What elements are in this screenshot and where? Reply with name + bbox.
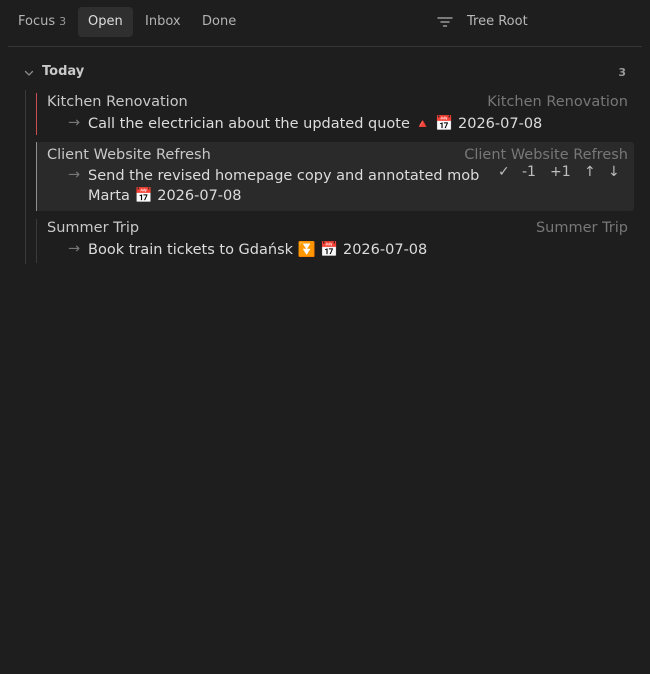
subtask-arrow-icon: →	[68, 167, 81, 183]
tab-focus[interactable]: Focus 3	[8, 7, 76, 37]
project-label-right: Summer Trip	[535, 220, 628, 236]
tab-label: Open	[88, 14, 123, 29]
task-text: Book train tickets to Gdańsk	[88, 242, 294, 258]
task-item-continued: Marta 📅 2026-07-08	[88, 186, 242, 206]
tab-done[interactable]: Done	[192, 7, 246, 37]
task-text: Send the revised homepage copy and annot…	[88, 168, 480, 184]
project-label: Client Website Refresh	[47, 147, 211, 163]
tab-label: Focus	[18, 14, 56, 29]
tree-guide-line	[25, 90, 26, 264]
due-date: 2026-07-08	[342, 242, 428, 258]
task-group-kitchen-renovation[interactable]: Kitchen Renovation Kitchen Renovation → …	[36, 93, 634, 135]
increment-button[interactable]: +1	[550, 164, 571, 180]
subtask-arrow-icon: →	[68, 241, 81, 257]
complete-button[interactable]: ✓	[498, 164, 510, 180]
tab-count-badge: 3	[59, 15, 67, 28]
tab-open[interactable]: Open	[78, 7, 133, 37]
section-title: Today	[42, 64, 85, 79]
tree-root-button[interactable]: Tree Root	[467, 7, 528, 37]
move-up-button[interactable]: ↑	[584, 164, 596, 180]
section-today-header[interactable]: Today 3	[20, 62, 630, 84]
project-label-right: Kitchen Renovation	[487, 94, 628, 110]
task-group-client-website-refresh[interactable]: Client Website Refresh Client Website Re…	[36, 142, 634, 211]
calendar-icon: 📅	[134, 188, 153, 204]
due-date: 2026-07-08	[458, 116, 543, 132]
tab-label: Done	[202, 14, 237, 29]
move-down-button[interactable]: ↓	[608, 164, 620, 180]
project-label: Summer Trip	[47, 220, 140, 236]
high-priority-icon: 🔺	[414, 117, 431, 132]
due-date: 2026-07-08	[157, 188, 242, 204]
task-item[interactable]: Book train tickets to Gdańsk ⏬ 📅 2026-07…	[88, 240, 427, 260]
task-item[interactable]: Call the electrician about the updated q…	[88, 114, 542, 135]
lowest-priority-icon: ⏬	[297, 242, 316, 258]
decrement-button[interactable]: -1	[522, 164, 536, 180]
calendar-icon: 📅	[435, 116, 454, 132]
task-text: Call the electrician about the updated q…	[88, 116, 410, 132]
tab-label: Inbox	[145, 14, 181, 29]
accent-bar	[36, 93, 37, 135]
filter-icon[interactable]	[436, 13, 454, 31]
project-label-right: Client Website Refresh	[464, 147, 628, 163]
accent-bar	[36, 219, 37, 263]
subtask-arrow-icon: →	[68, 115, 81, 131]
accent-bar	[36, 142, 37, 211]
tab-inbox[interactable]: Inbox	[135, 7, 191, 37]
project-label: Kitchen Renovation	[47, 94, 188, 110]
task-text-continued: Marta	[88, 188, 130, 204]
top-bar: Focus 3 Open Inbox Done Tree Root	[8, 0, 642, 47]
calendar-icon: 📅	[320, 242, 339, 258]
task-group-summer-trip[interactable]: Summer Trip Summer Trip → Book train tic…	[36, 219, 634, 263]
section-count: 3	[618, 66, 626, 79]
task-item[interactable]: Send the revised homepage copy and annot…	[88, 166, 490, 186]
chevron-down-icon[interactable]	[23, 67, 35, 79]
